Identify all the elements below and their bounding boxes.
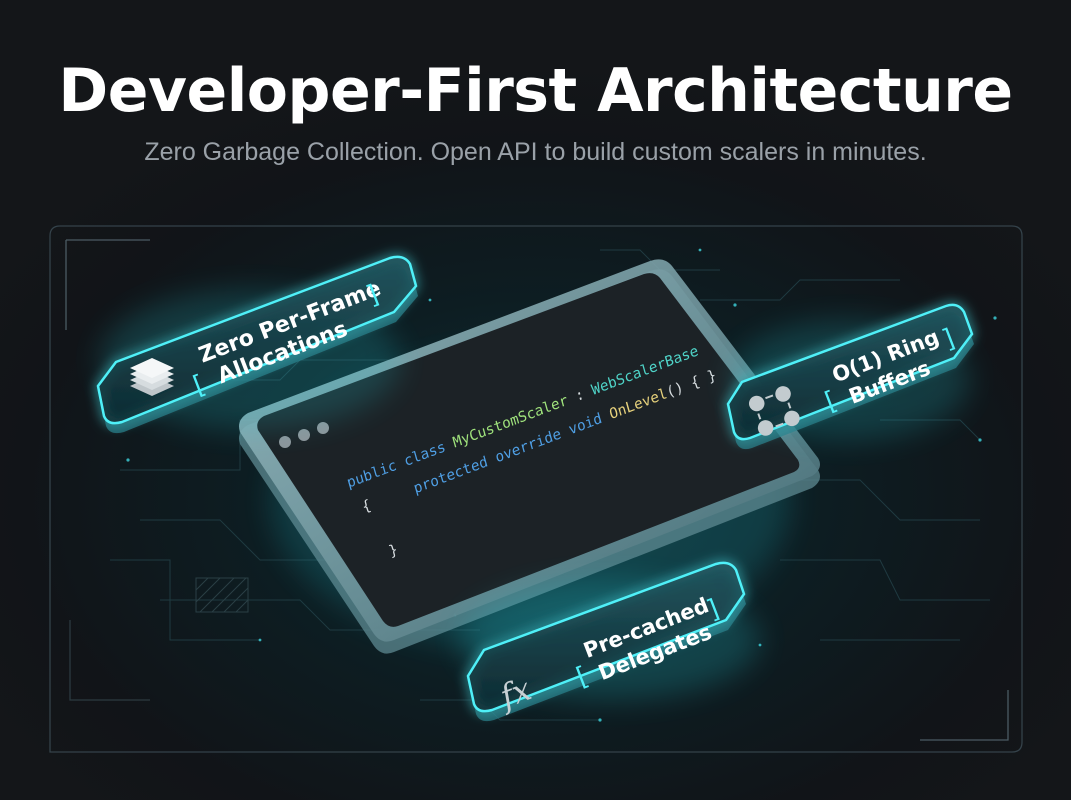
window-dot bbox=[298, 429, 310, 441]
hatched-panel bbox=[195, 577, 249, 613]
badge-ring-buffers: [ O(1) Ring Buffers ] bbox=[726, 303, 974, 450]
illustration-scene: public class MyCustomScaler : WebScalerB… bbox=[49, 225, 1023, 753]
window-dot bbox=[279, 436, 291, 448]
window-dot bbox=[317, 422, 329, 434]
